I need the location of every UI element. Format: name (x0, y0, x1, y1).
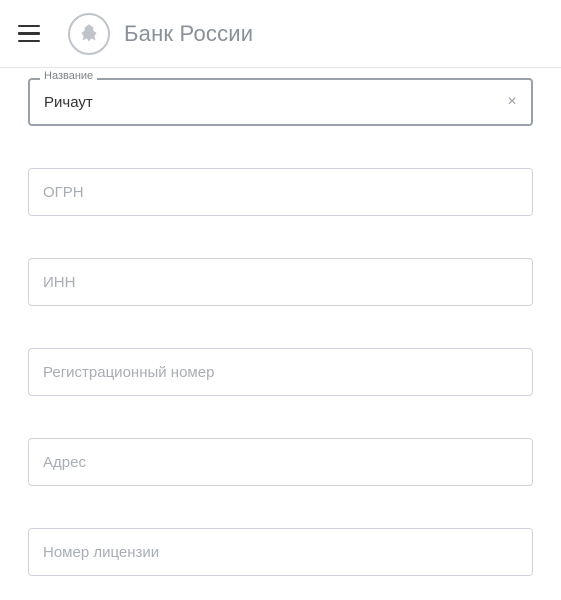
name-input[interactable] (28, 78, 533, 126)
site-title: Банк России (124, 21, 253, 47)
field-name: Название × (28, 78, 533, 126)
name-label: Название (40, 70, 97, 82)
field-license (28, 528, 533, 576)
reg-number-input[interactable] (28, 348, 533, 396)
ogrn-input[interactable] (28, 168, 533, 216)
eagle-logo-icon (68, 13, 110, 55)
inn-input[interactable] (28, 258, 533, 306)
address-input[interactable] (28, 438, 533, 486)
menu-icon[interactable] (18, 21, 40, 47)
license-input[interactable] (28, 528, 533, 576)
field-reg-number (28, 348, 533, 396)
field-inn (28, 258, 533, 306)
clear-name-button[interactable]: × (501, 91, 523, 113)
close-icon: × (507, 94, 516, 110)
field-ogrn (28, 168, 533, 216)
logo-block[interactable]: Банк России (68, 13, 253, 55)
header: Банк России (0, 0, 561, 68)
field-address (28, 438, 533, 486)
search-form: Название × (0, 78, 561, 576)
